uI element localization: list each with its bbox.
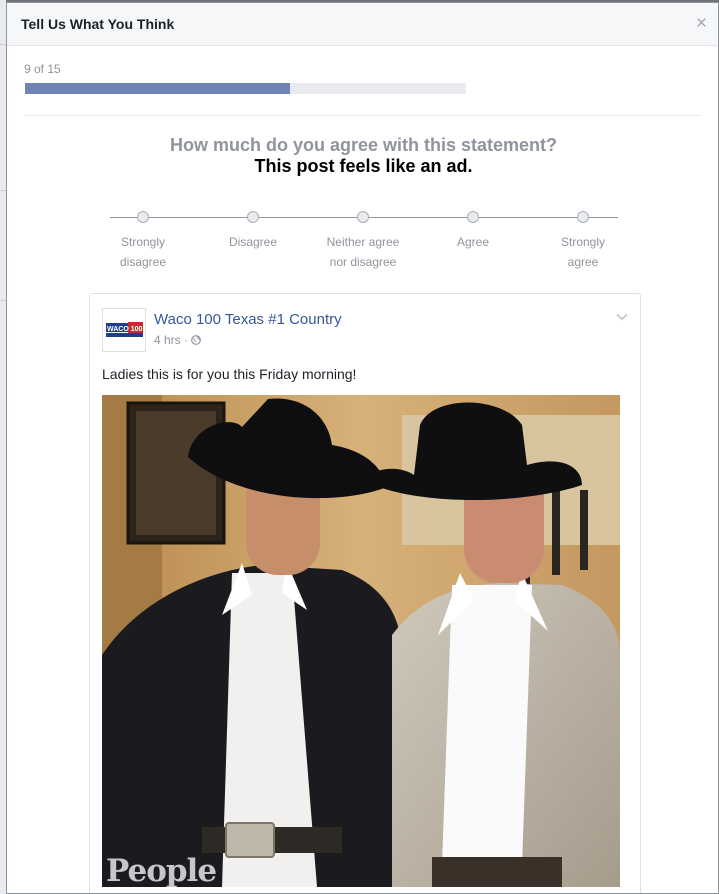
scale-option-strongly-agree[interactable] (577, 211, 589, 223)
photo-watermark: People (106, 853, 217, 887)
scale-label-disagree[interactable]: Disagree (203, 232, 303, 252)
scale-option-strongly-disagree[interactable] (137, 211, 149, 223)
progress-bar (25, 83, 466, 94)
timestamp-text[interactable]: 4 hrs (154, 333, 181, 347)
post-text: Ladies this is for you this Friday morni… (102, 366, 357, 382)
dialog-header: Tell Us What You Think × (7, 3, 718, 46)
page-avatar[interactable]: WACO 100 (102, 308, 146, 352)
scale-label-agree[interactable]: Agree (423, 232, 523, 252)
chevron-down-icon[interactable] (616, 308, 628, 326)
post-photo[interactable]: People (102, 395, 620, 887)
scale-label-strongly-agree[interactable]: Strongly agree (533, 232, 633, 272)
progress-bar-fill (25, 83, 290, 94)
scale-option-agree[interactable] (467, 211, 479, 223)
post-timestamp[interactable]: 4 hrs · (154, 333, 202, 347)
scale-label-neither[interactable]: Neither agree nor disagree (313, 232, 413, 272)
close-icon[interactable]: × (696, 14, 707, 34)
page-name-link[interactable]: Waco 100 Texas #1 Country (154, 311, 342, 328)
avatar-logo-text: WACO 100 (107, 326, 143, 333)
question-prompt: How much do you agree with this statemen… (169, 135, 558, 155)
scale-option-neither[interactable] (357, 211, 369, 223)
post-card: WACO 100 Waco 100 Texas #1 Country 4 hrs… (89, 293, 641, 893)
page-logo: WACO 100 (103, 309, 145, 351)
feedback-dialog: Tell Us What You Think × 9 of 15 How muc… (6, 2, 719, 894)
scale-label-strongly-disagree[interactable]: Strongly disagree (93, 232, 193, 272)
scale-option-disagree[interactable] (247, 211, 259, 223)
question-statement: This post feels like an ad. (254, 156, 473, 176)
globe-icon (191, 335, 202, 345)
dialog-title: Tell Us What You Think (21, 16, 175, 32)
divider (25, 115, 701, 116)
photo-illustration (102, 395, 620, 887)
progress-text: 9 of 15 (24, 62, 61, 76)
